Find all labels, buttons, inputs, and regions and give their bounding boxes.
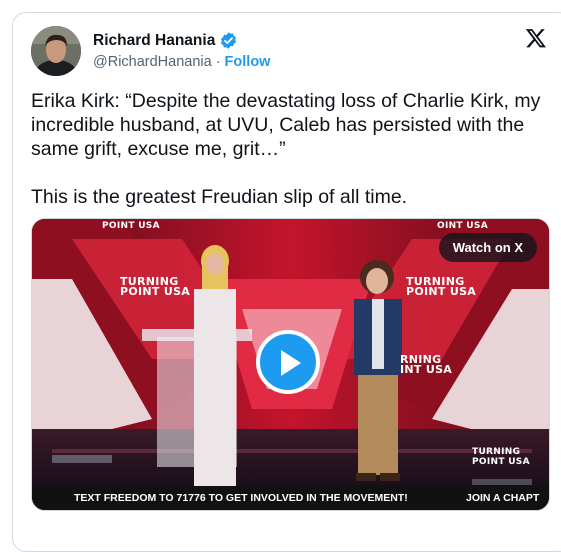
stage-logo-left: TURNING POINT USA [120,276,191,298]
follow-button[interactable]: Follow [225,54,271,70]
stage-logo-top-right: OINT USA [437,221,488,231]
author-handle[interactable]: @RichardHanania [93,54,212,70]
stage-logo-bottom-line2: POINT USA [472,457,530,467]
stage-logo-bottom-right: TURNING POINT USA [472,447,530,467]
tweet-text: Erika Kirk: “Despite the devastating los… [31,90,541,208]
stage-logo-right-line2: POINT USA [406,285,477,298]
author-display-name[interactable]: Richard Hanania [93,32,215,50]
avatar-photo [31,26,81,76]
play-icon [281,350,301,376]
stage-logo-partial-line2: INT USA [400,363,453,376]
video-player[interactable]: TURNING POINT USA TURNING POINT USA RNING I… [31,218,550,511]
x-logo-icon[interactable] [525,27,547,49]
ticker-main-text: TEXT FREEDOM TO 71776 TO GET INVOLVED IN… [74,492,408,504]
stage-logo-bottom-line1: TURNING [472,447,521,457]
author-handle-row: @RichardHanania · Follow [93,54,270,70]
play-button[interactable] [256,330,320,394]
author-name-row: Richard Hanania [93,31,238,50]
watch-on-x-button[interactable]: Watch on X [438,233,537,262]
verified-badge-icon [219,31,238,50]
stage-logo-left-line2: POINT USA [120,285,191,298]
stage-logo-right: TURNING POINT USA [406,276,477,298]
tweet-card[interactable]: Richard Hanania @RichardHanania · Follow… [12,12,561,552]
news-ticker: TEXT FREEDOM TO 71776 TO GET INVOLVED IN… [32,486,549,510]
handle-separator: · [215,54,221,70]
avatar[interactable] [31,26,81,76]
stage-logo-partial: RNING INT USA [400,354,453,376]
stage-logo-top-left: POINT USA [102,221,160,231]
ticker-side-text: JOIN A CHAPT [466,492,540,504]
